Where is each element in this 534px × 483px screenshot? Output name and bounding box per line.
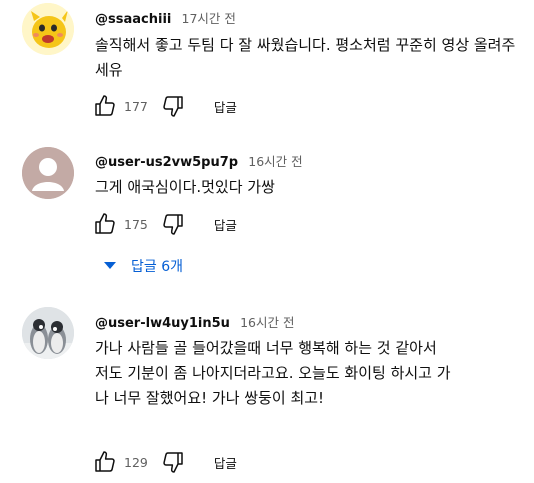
reply-button[interactable]: 답글: [214, 453, 237, 472]
replies-count-label: 답글 6개: [131, 259, 183, 275]
timestamp[interactable]: 17시간 전: [182, 11, 236, 26]
comment-actions: 177 답글: [92, 93, 237, 119]
like-button[interactable]: [92, 93, 118, 119]
default-avatar-icon: [22, 147, 74, 199]
like-count: 129: [124, 454, 148, 470]
show-replies-button[interactable]: 답글 6개: [103, 256, 183, 276]
dislike-button[interactable]: [160, 93, 186, 119]
comment-text: 가나 사람들 골 들어갔을때 너무 행복해 하는 것 같아서 저도 기분이 좀 …: [95, 339, 451, 407]
avatar[interactable]: [22, 307, 74, 359]
dislike-button[interactable]: [160, 449, 186, 475]
like-button[interactable]: [92, 211, 118, 237]
thumbs-down-icon: [163, 96, 183, 117]
thumbs-down-icon: [163, 452, 183, 473]
like-count: 175: [124, 216, 148, 232]
dislike-button[interactable]: [160, 211, 186, 237]
reply-button[interactable]: 답글: [214, 215, 237, 234]
penguin-avatar-icon: [22, 307, 74, 359]
author-name[interactable]: @user-lw4uy1in5u: [95, 316, 230, 331]
caret-down-icon: [104, 262, 116, 269]
comment-actions: 175 답글: [92, 211, 237, 237]
thumbs-up-icon: [95, 95, 115, 116]
thumbs-up-icon: [95, 451, 115, 472]
cartoon-avatar-icon: [22, 3, 74, 55]
like-button[interactable]: [92, 449, 118, 475]
comment-text: 솔직해서 좋고 두팀 다 잘 싸웠습니다. 평소처럼 꾸준히 영상 올려주세유: [95, 36, 516, 79]
reply-button[interactable]: 답글: [214, 97, 237, 116]
timestamp[interactable]: 16시간 전: [240, 315, 294, 330]
comment-text: 그게 애국심이다.멋있다 가쌍: [95, 178, 275, 196]
like-count: 177: [124, 98, 148, 114]
comment-actions: 129 답글: [92, 449, 237, 475]
author-name[interactable]: @user-us2vw5pu7p: [95, 155, 238, 170]
timestamp[interactable]: 16시간 전: [248, 154, 302, 169]
avatar[interactable]: [22, 3, 74, 55]
avatar[interactable]: [22, 147, 74, 199]
author-name[interactable]: @ssaachiii: [95, 12, 171, 27]
thumbs-up-icon: [95, 213, 115, 234]
thumbs-down-icon: [163, 214, 183, 235]
